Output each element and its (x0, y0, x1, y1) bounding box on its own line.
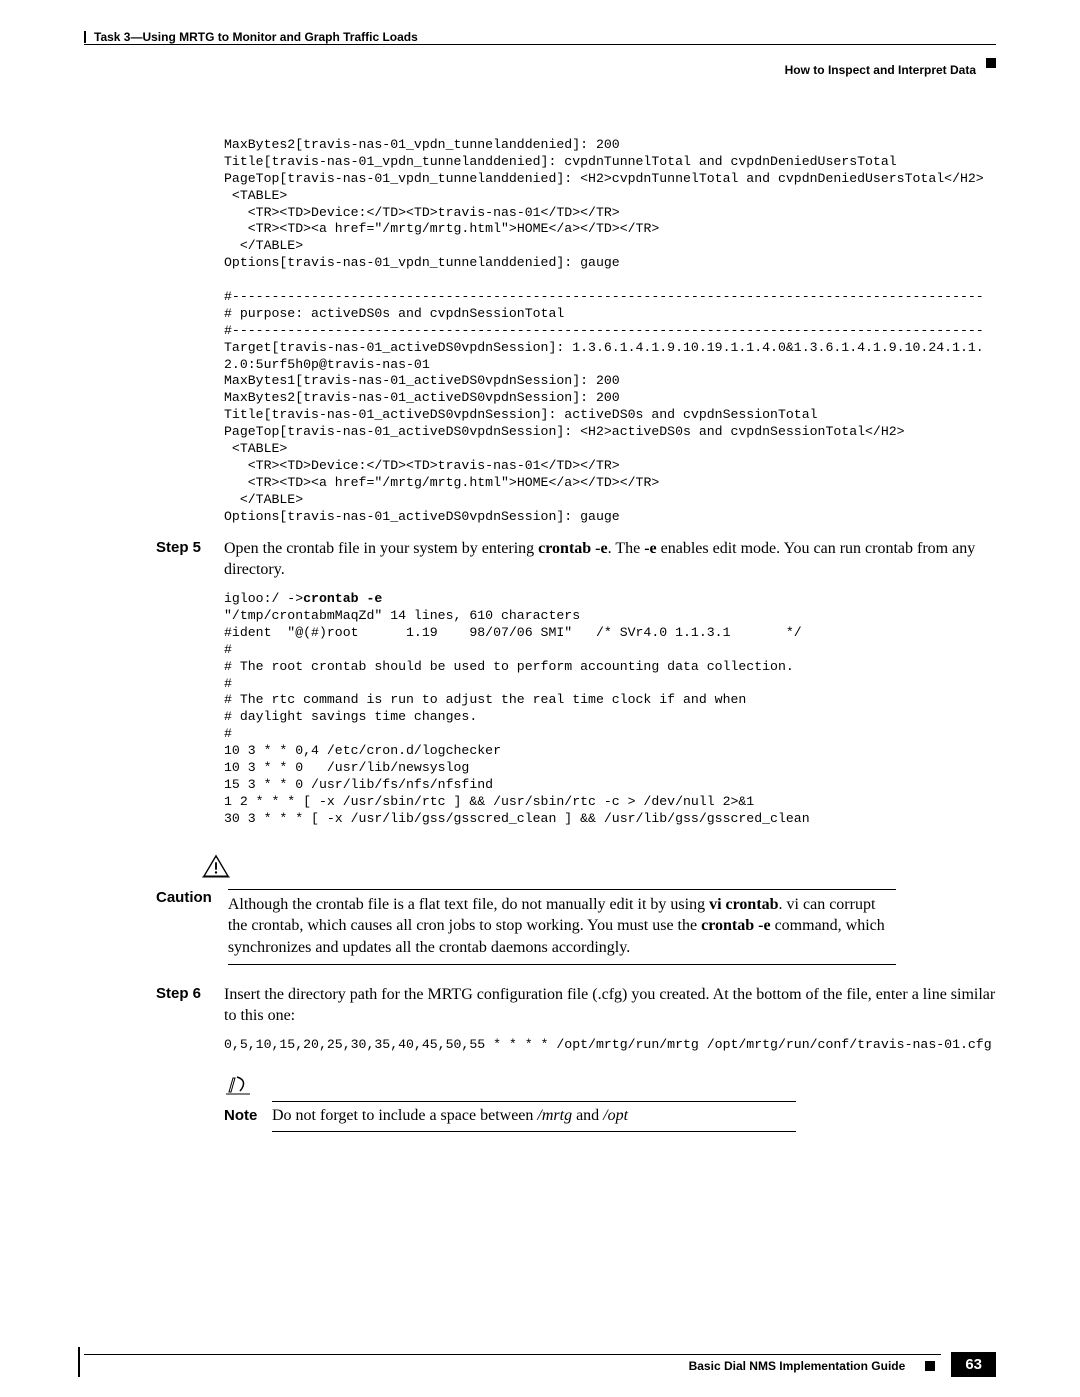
note-i2: /opt (603, 1107, 628, 1124)
decorative-box (986, 58, 996, 68)
note-t1: Do not forget to include a space between (272, 1107, 537, 1124)
note-i1: /mrtg (537, 1107, 572, 1124)
step5-t2: . The (608, 540, 645, 557)
section-title: How to Inspect and Interpret Data (785, 63, 976, 77)
page-number: 63 (951, 1352, 996, 1377)
code-block-cron-entry: 0,5,10,15,20,25,30,35,40,45,50,55 * * * … (224, 1037, 996, 1054)
task-title: Task 3—Using MRTG to Monitor and Graph T… (94, 30, 418, 44)
step5-cmd2: -e (644, 540, 656, 557)
caution-b2: crontab -e (701, 917, 770, 934)
caution-block: Caution Although the crontab file is a f… (156, 854, 996, 966)
note-block: Note Do not forget to include a space be… (224, 1074, 996, 1132)
step-5-row: Step 5 Open the crontab file in your sys… (156, 539, 996, 581)
footer-decorative-box (925, 1361, 935, 1371)
crontab-cmd: crontab -e (303, 591, 382, 606)
note-label: Note (224, 1107, 258, 1124)
caution-t1: Although the crontab file is a flat text… (228, 896, 709, 913)
footer-left-bar (78, 1347, 80, 1377)
step-5-label: Step 5 (156, 539, 224, 581)
step-6-row: Step 6 Insert the directory path for the… (156, 985, 996, 1027)
step5-cmd1: crontab -e (538, 540, 607, 557)
caution-label: Caution (156, 889, 212, 966)
crontab-prompt: igloo:/ -> (224, 591, 303, 606)
step-5-text: Open the crontab file in your system by … (224, 539, 996, 581)
crontab-output: "/tmp/crontabmMaqZd" 14 lines, 610 chara… (224, 608, 810, 826)
header-subsection-row: How to Inspect and Interpret Data (84, 49, 996, 77)
code-block-crontab: igloo:/ ->crontab -e "/tmp/crontabmMaqZd… (224, 591, 996, 827)
header-bar-left (84, 31, 86, 43)
caution-icon (202, 854, 230, 878)
footer-doc-title: Basic Dial NMS Implementation Guide (689, 1359, 906, 1373)
body-content: MaxBytes2[travis-nas-01_vpdn_tunnelandde… (224, 137, 996, 1132)
page-container: Task 3—Using MRTG to Monitor and Graph T… (0, 0, 1080, 1397)
step-6-text: Insert the directory path for the MRTG c… (224, 985, 996, 1027)
caution-text: Although the crontab file is a flat text… (228, 889, 896, 966)
note-text: Do not forget to include a space between… (272, 1101, 796, 1132)
note-t2: and (572, 1107, 603, 1124)
note-icon (226, 1074, 250, 1096)
step5-t1: Open the crontab file in your system by … (224, 540, 538, 557)
caution-b1: vi crontab (709, 896, 778, 913)
code-block-mrtg-config: MaxBytes2[travis-nas-01_vpdn_tunnelandde… (224, 137, 996, 525)
page-footer: Basic Dial NMS Implementation Guide 63 (84, 1352, 996, 1377)
step-6-label: Step 6 (156, 985, 224, 1027)
page-header: Task 3—Using MRTG to Monitor and Graph T… (84, 30, 996, 77)
